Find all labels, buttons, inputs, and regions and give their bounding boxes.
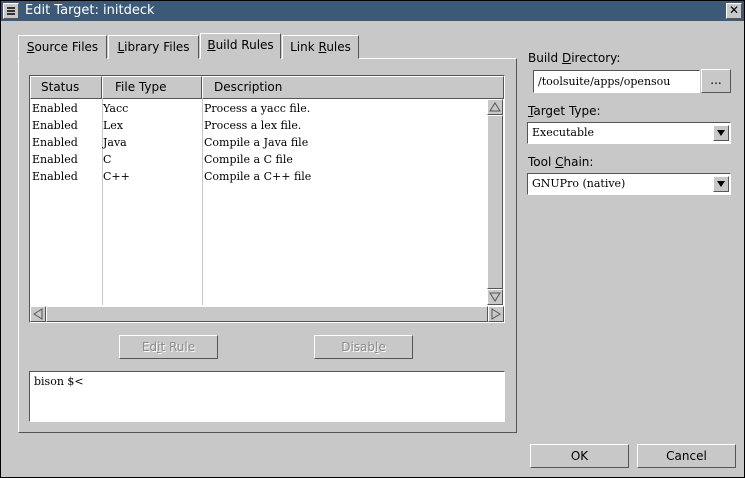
table-row[interactable]: Enabled Yacc Process a yacc file. [30,100,486,117]
cell-file-type: Java [103,136,127,149]
cell-status: Enabled [32,102,78,115]
edit-rule-button[interactable]: Edit Rule [119,335,218,359]
cell-status: Enabled [32,170,78,183]
rules-list-header: Status File Type Description [30,76,504,99]
table-row[interactable]: Enabled C++ Compile a C++ file [30,168,486,185]
cell-file-type: Lex [103,119,124,132]
chevron-down-icon[interactable] [713,176,729,192]
edit-target-dialog: Edit Target: initdeck ✕ Source Files Lib… [0,0,745,478]
column-header-file-type[interactable]: File Type [102,76,202,99]
disable-button[interactable]: Disable [314,335,413,359]
cell-description: Compile a C++ file [204,170,312,183]
cell-description: Process a lex file. [204,119,302,132]
arrow-down-icon[interactable] [487,289,503,305]
chevron-down-icon[interactable] [713,125,729,141]
tool-chain-select[interactable]: GNUPro (native) [527,173,731,195]
rule-command-textarea[interactable]: bison $< [29,371,505,422]
cell-status: Enabled [32,119,78,132]
column-header-status[interactable]: Status [30,76,102,99]
title-bar: Edit Target: initdeck ✕ [1,1,744,21]
table-row[interactable]: Enabled C Compile a C file [30,151,486,168]
cell-status: Enabled [32,153,78,166]
build-directory-label: Build Directory: [528,51,621,65]
arrow-up-icon[interactable] [487,99,503,115]
tab-build-rules[interactable]: Build Rules [200,33,281,59]
tab-library-files[interactable]: Library Files [108,35,199,59]
tool-chain-label: Tool Chain: [528,155,594,169]
horizontal-scrollbar[interactable] [30,306,504,322]
window-menu-icon[interactable] [3,3,19,19]
table-row[interactable]: Enabled Java Compile a Java file [30,134,486,151]
target-type-select[interactable]: Executable [527,122,731,144]
ok-button[interactable]: OK [530,444,629,468]
table-row[interactable]: Enabled Lex Process a lex file. [30,117,486,134]
cell-file-type: C [103,153,112,166]
build-directory-input[interactable]: /toolsuite/apps/opensou [533,70,700,93]
arrow-right-icon[interactable] [488,306,504,322]
browse-button[interactable]: ... [701,69,731,93]
cell-description: Compile a C file [204,153,293,166]
cell-description: Compile a Java file [204,136,309,149]
vertical-scrollbar[interactable] [487,99,503,305]
horizontal-scroll-thumb[interactable] [46,306,488,322]
tab-source-files[interactable]: Source Files [18,35,107,59]
cell-file-type: Yacc [103,102,129,115]
close-icon[interactable]: ✕ [726,3,742,19]
window-title: Edit Target: initdeck [25,3,155,18]
cancel-button[interactable]: Cancel [637,444,736,468]
arrow-left-icon[interactable] [30,306,46,322]
target-type-label: Target Type: [528,104,601,118]
vertical-scroll-thumb[interactable] [487,115,503,289]
column-header-description[interactable]: Description [202,76,504,99]
cell-description: Process a yacc file. [204,102,311,115]
cell-file-type: C++ [103,170,130,183]
cell-status: Enabled [32,136,78,149]
tab-link-rules[interactable]: Link Rules [282,35,359,59]
